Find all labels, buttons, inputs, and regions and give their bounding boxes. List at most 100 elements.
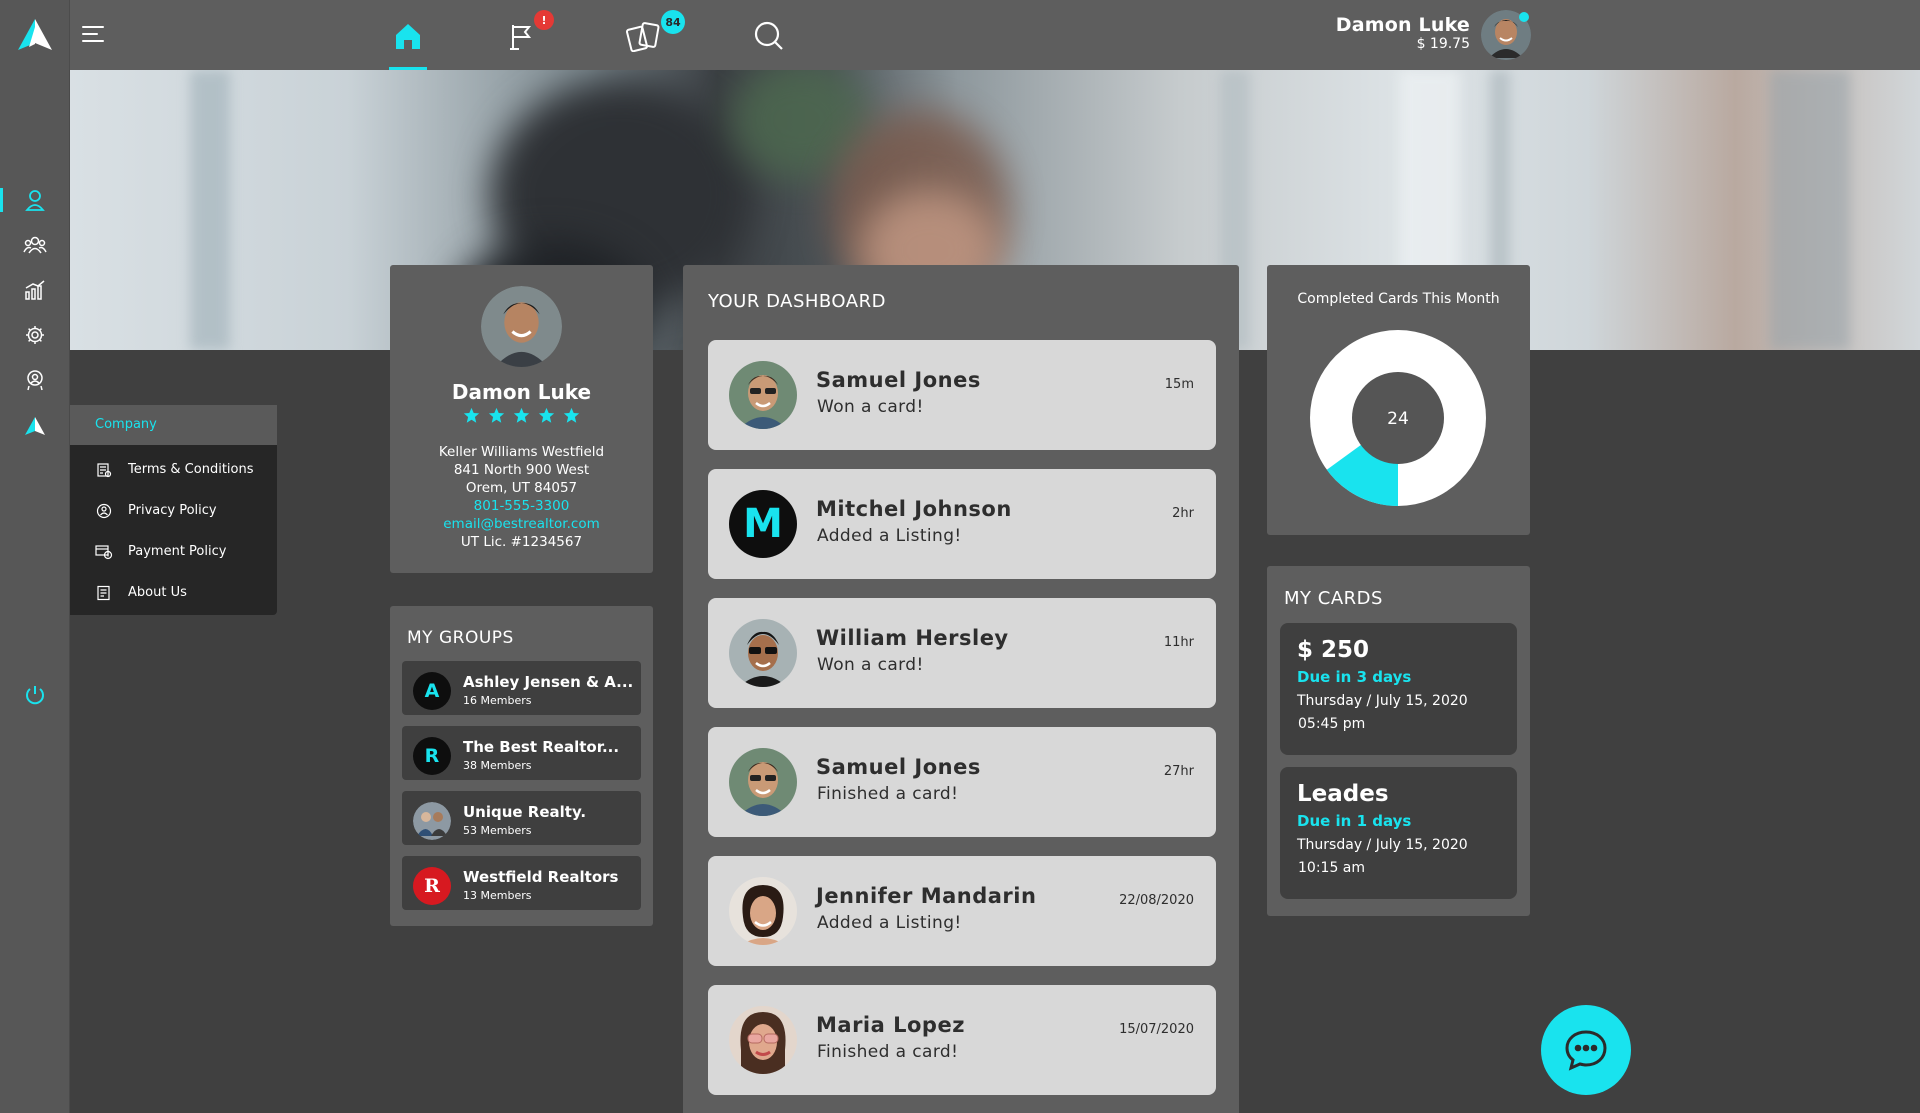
user-summary[interactable]: Damon Luke $ 19.75 (1336, 14, 1470, 52)
profile-info: Keller Williams Westfield 841 North 900 … (390, 443, 653, 551)
feed-action: Won a card! (817, 655, 924, 675)
feed-name: Maria Lopez (816, 1013, 965, 1037)
card-date: Thursday / July 15, 2020 (1297, 693, 1468, 709)
feed-avatar (729, 361, 797, 429)
group-members: 13 Members (463, 889, 532, 902)
user-name: Damon Luke (1335, 14, 1470, 36)
power-icon[interactable] (22, 682, 48, 708)
online-status-dot (1519, 12, 1529, 22)
profile-phone-link[interactable]: 801-555-3300 (390, 497, 653, 515)
card-amount: $ 250 (1297, 637, 1370, 663)
document-icon (95, 461, 113, 479)
group-name: Ashley Jensen & A... (463, 673, 634, 691)
feed-time: 11hr (1163, 635, 1194, 650)
group-item[interactable]: Unique Realty. 53 Members (402, 791, 641, 845)
card-due: Due in 3 days (1297, 668, 1412, 686)
search-icon[interactable] (747, 14, 791, 58)
feed-action: Finished a card! (817, 1042, 959, 1062)
feed-name: Samuel Jones (816, 368, 981, 392)
sidebar-active-indicator (0, 188, 3, 212)
profile-email-link[interactable]: email@bestrealtor.com (390, 515, 653, 533)
group-item[interactable]: R The Best Realtor... 38 Members (402, 726, 641, 780)
feed-item[interactable]: Jennifer Mandarin Added a Listing! 22/08… (708, 856, 1216, 966)
group-icon[interactable] (22, 232, 48, 258)
payment-icon (95, 543, 113, 561)
feed-item[interactable]: Maria Lopez Finished a card! 15/07/2020 (708, 985, 1216, 1095)
info-doc-icon (95, 584, 113, 602)
groups-title: MY GROUPS (407, 628, 514, 648)
feed-action: Added a Listing! (817, 526, 962, 546)
profile-avatar[interactable] (481, 286, 562, 367)
group-item[interactable]: A Ashley Jensen & A... 16 Members (402, 661, 641, 715)
my-cards-panel: MY CARDS $ 250 Due in 3 days Thursday / … (1267, 566, 1530, 916)
feed-action: Won a card! (817, 397, 924, 417)
feed-time: 22/08/2020 (1119, 893, 1194, 908)
shield-icon (95, 502, 113, 520)
group-item[interactable]: R Westfield Realtors 13 Members (402, 856, 641, 910)
badge-icon[interactable] (22, 367, 48, 393)
card-item[interactable]: Leades Due in 1 days Thursday / July 15,… (1280, 767, 1517, 899)
group-photo (413, 802, 451, 840)
menu-item-label: Payment Policy (128, 544, 227, 559)
group-avatar: R (413, 737, 451, 775)
rating-stars (390, 407, 653, 424)
feed-item[interactable]: William Hersley Won a card! 11hr (708, 598, 1216, 708)
dashboard-title: YOUR DASHBOARD (708, 291, 886, 312)
card-date: Thursday / July 15, 2020 (1297, 837, 1468, 853)
menu-item-privacy[interactable]: Privacy Policy (70, 490, 277, 531)
user-icon[interactable] (22, 187, 48, 213)
active-tab-indicator (389, 67, 427, 70)
feed-time: 27hr (1163, 764, 1194, 779)
feed-action: Added a Listing! (817, 913, 962, 933)
menu-item-label: About Us (128, 585, 187, 600)
profile-name: Damon Luke (451, 380, 592, 404)
menu-item-payment[interactable]: Payment Policy (70, 531, 277, 572)
profile-company: Keller Williams Westfield (438, 444, 605, 460)
feed-item[interactable]: Samuel Jones Finished a card! 27hr (708, 727, 1216, 837)
menu-item-label: Terms & Conditions (128, 462, 254, 477)
group-members: 53 Members (463, 824, 532, 837)
chart-icon[interactable] (22, 277, 48, 303)
feed-item[interactable]: M Mitchel Johnson Added a Listing! 2hr (708, 469, 1216, 579)
group-name: Unique Realty. (463, 803, 587, 821)
star-icon (488, 407, 505, 423)
menu-toggle-icon[interactable] (82, 24, 108, 46)
company-menu: Company Terms & Conditions Privacy Polic… (70, 405, 277, 615)
feed-avatar: M (729, 490, 797, 558)
profile-license: UT Lic. #1234567 (460, 534, 583, 550)
company-logo-icon[interactable] (22, 413, 48, 439)
group-avatar: A (413, 672, 451, 710)
menu-item-about[interactable]: About Us (70, 572, 277, 613)
feed-time: 15/07/2020 (1119, 1022, 1194, 1037)
group-name: Westfield Realtors (463, 868, 619, 886)
feed-avatar (729, 748, 797, 816)
sidebar (0, 70, 70, 1113)
feed-action: Finished a card! (817, 784, 959, 804)
group-members: 38 Members (463, 759, 532, 772)
company-menu-heading[interactable]: Company (70, 405, 277, 445)
home-icon[interactable] (386, 14, 430, 58)
cards-icon[interactable] (622, 14, 666, 58)
feed-name: Samuel Jones (816, 755, 981, 779)
completed-cards-donut: 24 (1310, 330, 1486, 506)
completed-cards-title: Completed Cards This Month (1297, 291, 1500, 307)
logo-icon (17, 19, 52, 50)
menu-item-terms[interactable]: Terms & Conditions (70, 449, 277, 490)
chat-button[interactable] (1541, 1005, 1631, 1095)
star-icon (513, 407, 530, 423)
feed-item[interactable]: Samuel Jones Won a card! 15m (708, 340, 1216, 450)
feed-name: Jennifer Mandarin (816, 884, 1037, 908)
card-item[interactable]: $ 250 Due in 3 days Thursday / July 15, … (1280, 623, 1517, 755)
feed-avatar (729, 877, 797, 945)
feed-avatar (729, 1006, 797, 1074)
card-time: 05:45 pm (1298, 716, 1366, 732)
card-amount: Leades (1297, 781, 1389, 807)
top-bar: ! 84 Damon Luke $ 19.75 (0, 0, 1920, 70)
gear-icon[interactable] (22, 322, 48, 348)
star-icon (538, 407, 555, 423)
feed-name: William Hersley (816, 626, 1009, 650)
feed-time: 15m (1164, 377, 1194, 392)
my-cards-title: MY CARDS (1284, 588, 1383, 609)
profile-card: Damon Luke Keller Williams Westfield 841… (390, 265, 653, 573)
app-logo[interactable] (0, 0, 70, 70)
